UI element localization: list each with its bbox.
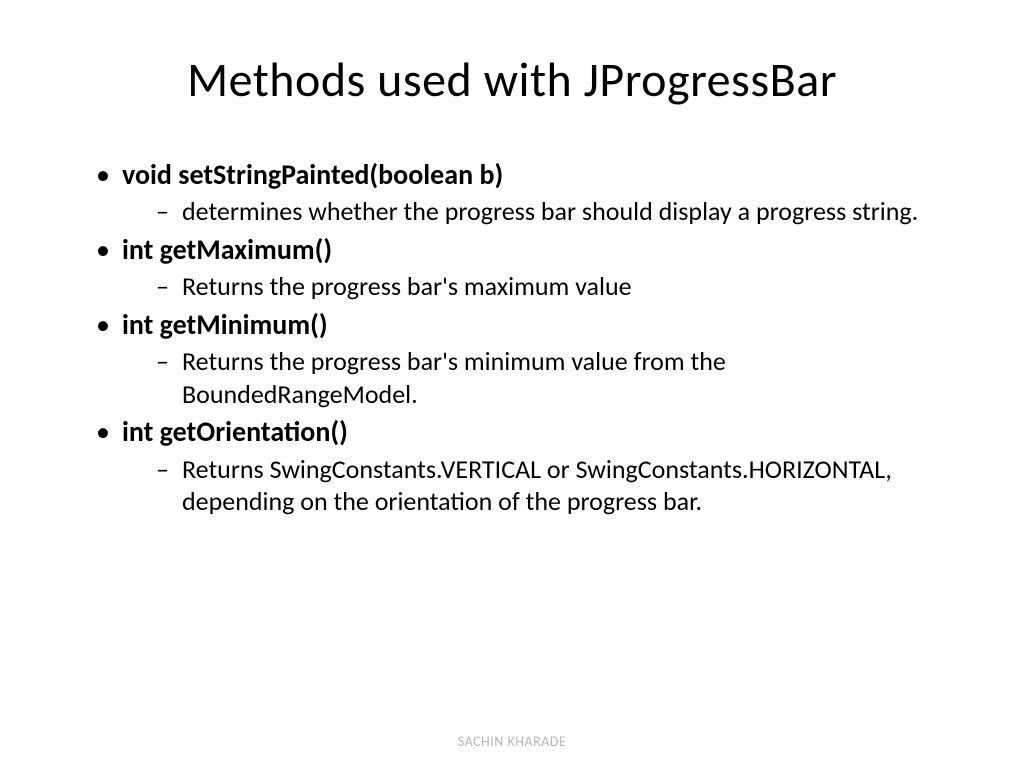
list-item: void setStringPainted(boolean b) determi… bbox=[90, 157, 934, 228]
method-name: int getMaximum() bbox=[122, 232, 934, 268]
list-item: int getMaximum() Returns the progress ba… bbox=[90, 232, 934, 303]
method-desc: Returns the progress bar's maximum value bbox=[154, 270, 934, 303]
list-item: int getOrientation() Returns SwingConsta… bbox=[90, 414, 934, 517]
method-desc-list: determines whether the progress bar shou… bbox=[122, 195, 934, 228]
slide-title: Methods used with JProgressBar bbox=[90, 50, 934, 109]
method-list: void setStringPainted(boolean b) determi… bbox=[90, 157, 934, 518]
method-name: int getMinimum() bbox=[122, 307, 934, 343]
slide: Methods used with JProgressBar void setS… bbox=[0, 0, 1024, 768]
list-item: int getMinimum() Returns the progress ba… bbox=[90, 307, 934, 410]
method-desc-list: Returns the progress bar's maximum value bbox=[122, 270, 934, 303]
method-name: int getOrientation() bbox=[122, 414, 934, 450]
method-desc: Returns SwingConstants.VERTICAL or Swing… bbox=[154, 453, 934, 518]
method-desc-list: Returns SwingConstants.VERTICAL or Swing… bbox=[122, 453, 934, 518]
method-desc: determines whether the progress bar shou… bbox=[154, 195, 934, 228]
footer-author: SACHIN KHARADE bbox=[0, 733, 1024, 750]
method-name: void setStringPainted(boolean b) bbox=[122, 157, 934, 193]
method-desc: Returns the progress bar's minimum value… bbox=[154, 345, 934, 410]
method-desc-list: Returns the progress bar's minimum value… bbox=[122, 345, 934, 410]
